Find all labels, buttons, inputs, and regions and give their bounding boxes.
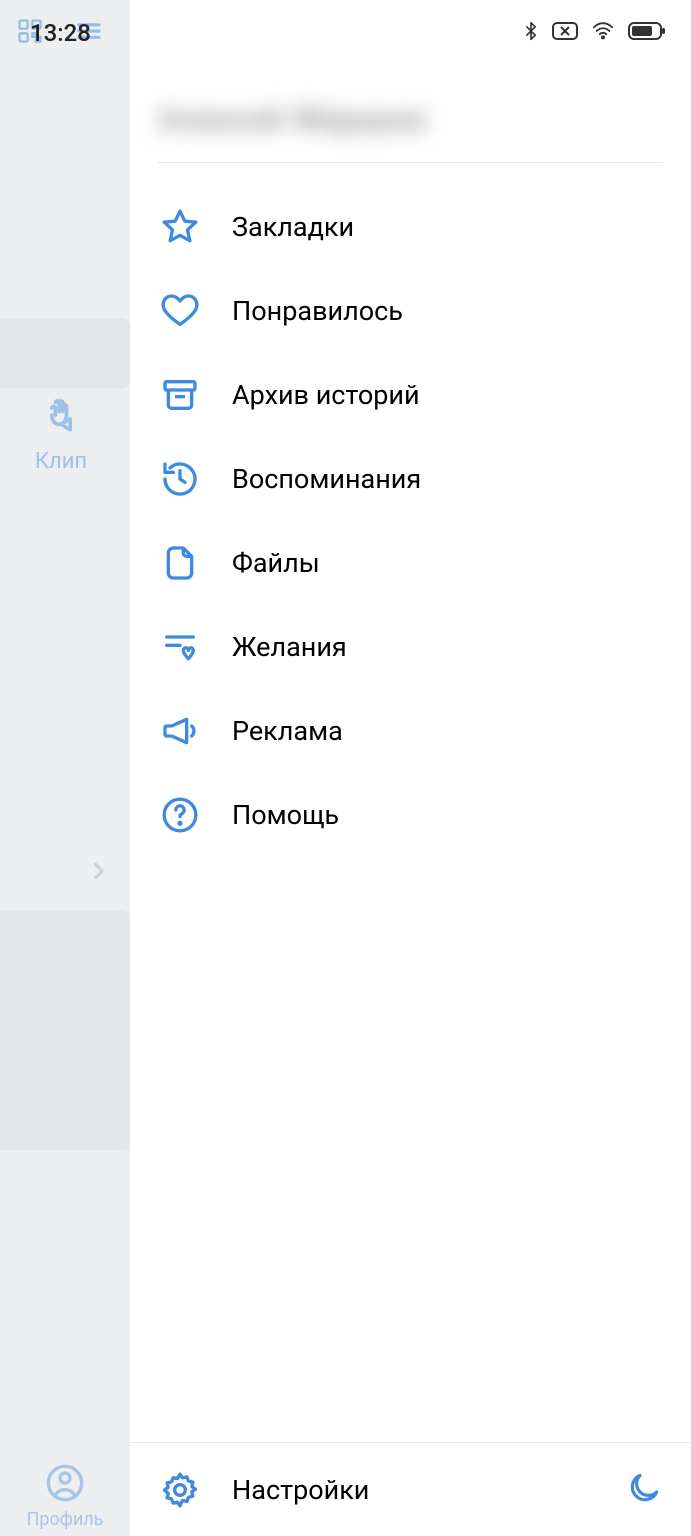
gear-icon [160, 1470, 200, 1510]
wishlist-icon [158, 625, 202, 669]
menu-item-files[interactable]: Файлы [130, 521, 691, 605]
dark-mode-toggle[interactable] [625, 1469, 663, 1511]
menu-item-bookmarks[interactable]: Закладки [130, 185, 691, 269]
file-icon [158, 541, 202, 585]
menu-label: Реклама [232, 715, 343, 747]
status-time: 13:28 [30, 19, 91, 47]
bluetooth-icon [521, 18, 541, 48]
background-app-sliver: Клип Профиль [0, 0, 130, 1536]
menu-label: Понравилось [232, 295, 403, 327]
battery-icon [627, 20, 667, 46]
star-icon [158, 205, 202, 249]
tab-profile-label: Профиль [0, 1509, 130, 1530]
menu-label: Помощь [232, 799, 339, 831]
megaphone-icon [158, 709, 202, 753]
drawer-profile-header[interactable]: Алексей Фёдоров [130, 76, 691, 162]
user-name: Алексей Фёдоров [158, 102, 426, 137]
archive-icon [158, 373, 202, 417]
drawer-menu: Закладки Понравилось Архив историй [130, 163, 691, 857]
menu-item-ads[interactable]: Реклама [130, 689, 691, 773]
profile-icon [45, 1463, 85, 1503]
heart-icon [158, 289, 202, 333]
drawer-footer: Настройки [130, 1442, 691, 1536]
menu-item-help[interactable]: Помощь [130, 773, 691, 857]
menu-label: Архив историй [232, 379, 420, 411]
menu-label: Файлы [232, 547, 320, 579]
menu-item-story-archive[interactable]: Архив историй [130, 353, 691, 437]
moon-icon [625, 1469, 663, 1507]
bg-row [0, 318, 130, 388]
clip-icon [39, 395, 83, 439]
menu-item-liked[interactable]: Понравилось [130, 269, 691, 353]
wifi-icon [589, 20, 617, 46]
menu-label: Закладки [232, 211, 354, 243]
side-drawer: 13:28 [130, 0, 691, 1536]
status-bar: 13:28 [130, 0, 691, 66]
chevron-right-icon [86, 858, 112, 888]
clip-label: Клип [6, 449, 116, 474]
tab-profile[interactable]: Профиль [0, 1463, 130, 1530]
no-sim-icon [551, 20, 579, 46]
clip-tile[interactable]: Клип [6, 395, 116, 474]
menu-item-wishes[interactable]: Желания [130, 605, 691, 689]
menu-item-memories[interactable]: Воспоминания [130, 437, 691, 521]
settings-label[interactable]: Настройки [232, 1474, 625, 1506]
history-icon [158, 457, 202, 501]
menu-label: Желания [232, 631, 347, 663]
menu-label: Воспоминания [232, 463, 421, 495]
settings-button[interactable] [158, 1468, 202, 1512]
help-icon [158, 793, 202, 837]
bg-block [0, 910, 130, 1150]
